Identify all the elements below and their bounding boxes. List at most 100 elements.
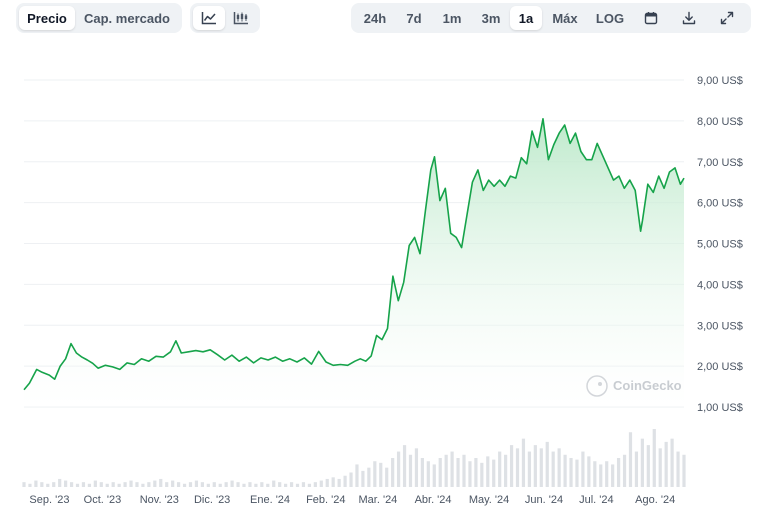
line-chart-button[interactable]	[193, 6, 225, 30]
volume-bar	[194, 480, 199, 487]
volume-bar	[307, 483, 312, 487]
volume-bar	[301, 482, 306, 487]
volume-bar	[486, 456, 490, 487]
volume-bar	[432, 464, 436, 487]
volume-bar	[628, 432, 633, 487]
range-max-button[interactable]: Máx	[542, 6, 588, 30]
volume-bar	[248, 482, 252, 487]
volume-bar	[414, 448, 419, 487]
volume-bar	[176, 482, 181, 487]
volume-bar	[462, 454, 466, 487]
line-chart-icon	[201, 12, 216, 25]
watermark-text: CoinGecko	[613, 378, 682, 393]
coingecko-logo-eye	[598, 382, 602, 386]
range-7d-button[interactable]: 7d	[396, 6, 432, 30]
volume-bar	[165, 482, 169, 487]
range-24h-button[interactable]: 24h	[354, 6, 396, 30]
volume-bar	[569, 458, 573, 487]
x-tick-label: Nov. '23	[140, 494, 179, 506]
price-view-button[interactable]: Precio	[19, 6, 75, 30]
volume-bar	[551, 451, 555, 487]
volume-bar	[46, 483, 50, 487]
volume-bar	[492, 459, 496, 487]
volume-bar	[670, 438, 674, 487]
volume-bar	[313, 482, 317, 487]
volume-bar	[391, 458, 395, 487]
volume-bar	[521, 438, 526, 487]
volume-bar	[236, 482, 240, 487]
volume-bar	[123, 482, 127, 487]
volume-bar	[135, 482, 139, 487]
range-3m-button[interactable]: 3m	[472, 6, 510, 30]
volume-bar	[611, 464, 615, 487]
volume-bar	[557, 448, 561, 487]
volume-bar	[64, 480, 68, 487]
market-cap-view-button[interactable]: Cap. mercado	[75, 6, 179, 30]
y-axis: 1,00 US$ 2,00 US$ 3,00 US$ 4,00 US$ 5,00 US$…	[697, 75, 743, 414]
y-tick-label: 9,00 US$	[697, 75, 743, 87]
volume-bar	[658, 448, 662, 487]
volume-bar	[379, 462, 383, 487]
volume-bar	[581, 451, 585, 487]
volume-bar	[242, 483, 246, 487]
volume-bar	[468, 461, 472, 487]
log-scale-button[interactable]: LOG	[588, 6, 632, 30]
volume-bar	[87, 483, 92, 487]
volume-bar	[593, 461, 597, 487]
volume-bar	[159, 478, 163, 487]
x-tick-label: Abr. '24	[415, 494, 452, 506]
download-button[interactable]	[670, 6, 708, 30]
volume-bar	[605, 461, 609, 487]
x-tick-label: Mar. '24	[359, 494, 398, 506]
volume-bar	[480, 462, 484, 487]
volume-bar	[450, 451, 454, 487]
volume-bar	[396, 451, 401, 487]
volume-bar	[319, 480, 323, 487]
x-tick-label: May. '24	[469, 494, 509, 506]
fullscreen-button[interactable]	[708, 6, 746, 30]
volume-bar	[188, 482, 193, 487]
volume-bar	[111, 482, 115, 487]
volume-bar	[402, 445, 407, 487]
volume-bar	[438, 458, 442, 487]
volume-bar	[682, 454, 686, 487]
volume-bar	[75, 483, 80, 487]
range-1y-button[interactable]: 1a	[510, 6, 542, 30]
volume-bar	[206, 483, 210, 487]
volume-bar	[599, 464, 603, 487]
volume-bar	[182, 483, 187, 487]
range-1m-button[interactable]: 1m	[432, 6, 472, 30]
volume-bar	[539, 448, 543, 487]
x-tick-label: Ene. '24	[250, 494, 290, 506]
volume-bar	[527, 451, 532, 487]
volume-bar	[575, 459, 579, 487]
volume-bar	[52, 482, 56, 487]
volume-bar	[28, 483, 32, 487]
volume-bar	[498, 451, 502, 487]
volume-bar	[218, 483, 222, 487]
volume-bar	[147, 482, 151, 487]
volume-bar	[652, 429, 656, 487]
volume-bar	[141, 483, 145, 487]
y-tick-label: 6,00 US$	[697, 198, 743, 210]
price-chart: 1,00 US$ 2,00 US$ 3,00 US$ 4,00 US$ 5,00 US$…	[22, 75, 743, 506]
volume-bar	[93, 480, 97, 487]
y-tick-label: 7,00 US$	[697, 157, 743, 169]
date-range-button[interactable]	[632, 6, 670, 30]
volume-bar	[289, 482, 294, 487]
volume-bar	[230, 480, 234, 487]
volume-bar	[474, 458, 478, 487]
volume-bar	[272, 480, 276, 487]
candlestick-chart-button[interactable]	[225, 6, 257, 30]
volume-bar	[587, 456, 591, 487]
volume-bar	[22, 482, 26, 487]
volume-bar	[616, 458, 621, 487]
volume-bar	[105, 483, 109, 487]
x-tick-label: Sep. '23	[29, 494, 69, 506]
volume-bar	[171, 480, 175, 487]
volume-bar	[367, 467, 371, 487]
volume-bar	[212, 482, 216, 487]
volume-bar	[69, 482, 74, 487]
volume-bar	[224, 482, 228, 487]
volume-bar	[426, 461, 430, 487]
